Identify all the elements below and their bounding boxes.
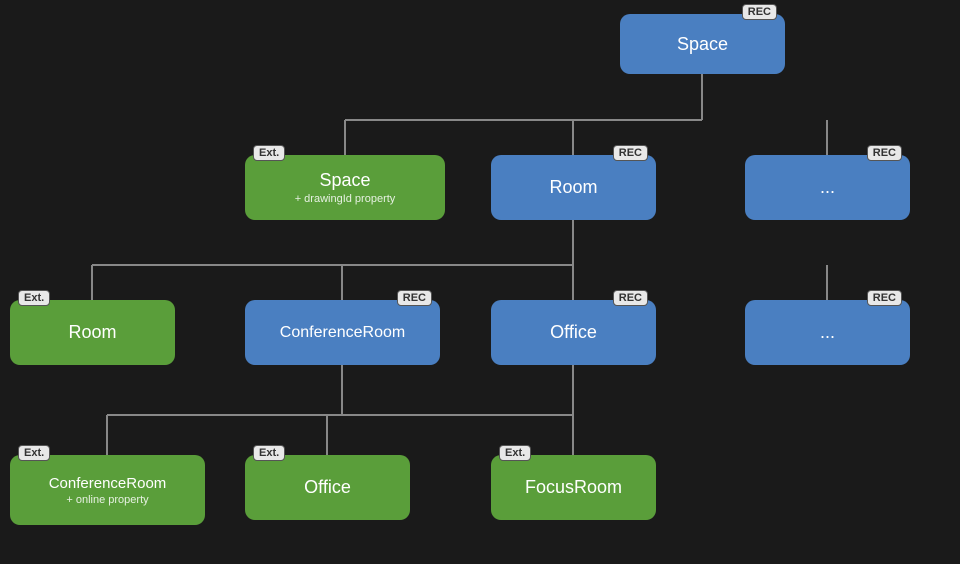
- label-room-left: Room: [68, 322, 116, 343]
- label-focusroom-bot: FocusRoom: [525, 477, 622, 498]
- subtitle-confroom-bot: + online property: [66, 494, 148, 506]
- badge-rec-office-mid: REC: [613, 290, 648, 306]
- badge-rec-dots-mid: REC: [867, 145, 902, 161]
- subtitle-space-mid: + drawingId property: [295, 193, 396, 205]
- badge-ext-space-mid: Ext.: [253, 145, 285, 161]
- badge-ext-confroom-bot: Ext.: [18, 445, 50, 461]
- badge-ext-office-bot: Ext.: [253, 445, 285, 461]
- node-office-mid: REC Office: [491, 300, 656, 365]
- label-space-mid: Space: [319, 170, 370, 191]
- badge-rec-confroom-mid: REC: [397, 290, 432, 306]
- node-room-mid: REC Room: [491, 155, 656, 220]
- node-space-top: REC Space: [620, 14, 785, 74]
- label-dots-low: ...: [820, 322, 835, 343]
- node-focusroom-bot: Ext. FocusRoom: [491, 455, 656, 520]
- node-dots-mid: REC ...: [745, 155, 910, 220]
- diagram: REC Space Ext. Space + drawingId propert…: [0, 0, 960, 564]
- label-office-mid: Office: [550, 322, 597, 343]
- node-room-left: Ext. Room: [10, 300, 175, 365]
- badge-rec-space-top: REC: [742, 4, 777, 20]
- label-dots-mid: ...: [820, 177, 835, 198]
- label-space-top: Space: [677, 34, 728, 55]
- badge-rec-room-mid: REC: [613, 145, 648, 161]
- badge-rec-dots-low: REC: [867, 290, 902, 306]
- node-office-bot: Ext. Office: [245, 455, 410, 520]
- badge-ext-focusroom-bot: Ext.: [499, 445, 531, 461]
- label-room-mid: Room: [549, 177, 597, 198]
- node-dots-low: REC ...: [745, 300, 910, 365]
- node-confroom-mid: REC ConferenceRoom: [245, 300, 440, 365]
- label-confroom-bot: ConferenceRoom: [49, 475, 167, 492]
- label-confroom-mid: ConferenceRoom: [280, 324, 405, 342]
- node-confroom-bot: Ext. ConferenceRoom + online property: [10, 455, 205, 525]
- label-office-bot: Office: [304, 477, 351, 498]
- node-space-mid: Ext. Space + drawingId property: [245, 155, 445, 220]
- badge-ext-room-left: Ext.: [18, 290, 50, 306]
